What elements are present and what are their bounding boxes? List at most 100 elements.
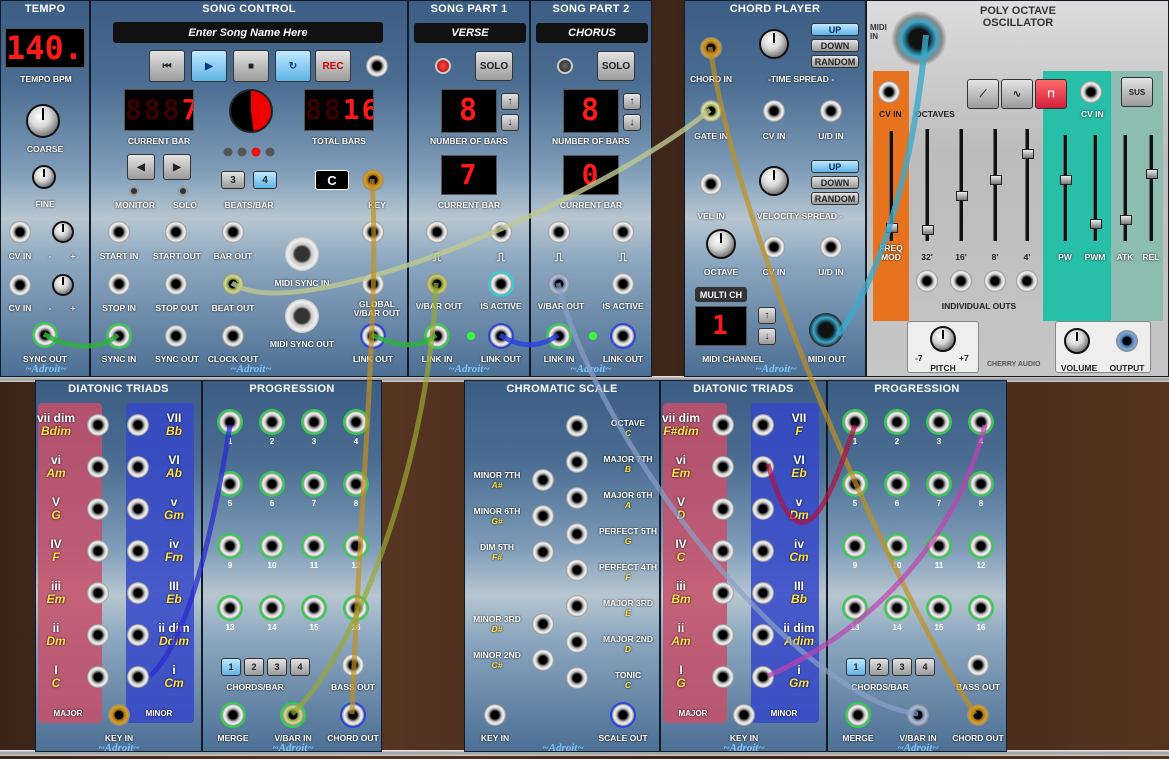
p2-chord-out-jack[interactable]: [967, 704, 989, 726]
global-vbar-out-jack[interactable]: [362, 273, 384, 295]
midi-out-port[interactable]: [809, 313, 843, 347]
octave-8-slider[interactable]: [990, 129, 1002, 241]
vel-cv-in-jack[interactable]: [763, 236, 785, 258]
chords-per-bar-button[interactable]: 1: [221, 658, 241, 676]
out-4-jack[interactable]: [1016, 270, 1038, 292]
p1-merge-jack[interactable]: [222, 704, 244, 726]
chord-in-jack[interactable]: [700, 37, 722, 59]
progression-step-jack[interactable]: [219, 473, 241, 495]
chords-per-bar-button[interactable]: 1: [846, 658, 866, 676]
chromatic-interval-jack[interactable]: [566, 631, 588, 653]
beat-out-jack[interactable]: [222, 273, 244, 295]
midi-sync-in-port[interactable]: [285, 237, 319, 271]
major-chord-jack[interactable]: [712, 624, 734, 646]
progression-step-jack[interactable]: [345, 597, 367, 619]
sync-out-jack[interactable]: [34, 324, 56, 346]
part-1-bars-up[interactable]: ↑: [501, 93, 519, 110]
sus-button[interactable]: SUS: [1121, 77, 1153, 107]
gate-in-jack[interactable]: [700, 100, 722, 122]
stop-button[interactable]: ■: [233, 50, 269, 82]
volume-knob[interactable]: [1064, 328, 1090, 354]
velocity-spread-knob[interactable]: [759, 166, 789, 196]
chromatic-interval-jack[interactable]: [566, 667, 588, 689]
time-down-button[interactable]: DOWN: [811, 39, 859, 52]
next-part-button[interactable]: ▶: [163, 154, 191, 180]
part-2-bars-up[interactable]: ↑: [623, 93, 641, 110]
play-button[interactable]: ▶: [191, 50, 227, 82]
rec-jack[interactable]: [366, 55, 388, 77]
progression-step-jack[interactable]: [261, 473, 283, 495]
progression-step-jack[interactable]: [303, 473, 325, 495]
fine-knob[interactable]: [32, 165, 56, 189]
part-1-jack-b[interactable]: [490, 221, 512, 243]
progression-step-jack[interactable]: [970, 411, 992, 433]
chromatic-interval-jack[interactable]: [566, 559, 588, 581]
progression-step-jack[interactable]: [303, 597, 325, 619]
chromatic-interval-jack[interactable]: [566, 451, 588, 473]
chords-per-bar-button[interactable]: 4: [290, 658, 310, 676]
progression-step-jack[interactable]: [219, 597, 241, 619]
minor-chord-jack[interactable]: [752, 456, 774, 478]
chromatic-interval-jack[interactable]: [532, 469, 554, 491]
output-jack[interactable]: [1116, 330, 1138, 352]
wave-saw-button[interactable]: ⟋: [967, 79, 999, 109]
p2-merge-jack[interactable]: [847, 704, 869, 726]
midi-sync-out-port[interactable]: [285, 299, 319, 333]
major-chord-jack[interactable]: [87, 666, 109, 688]
chromatic-interval-jack[interactable]: [566, 415, 588, 437]
major-chord-jack[interactable]: [712, 414, 734, 436]
minor-chord-jack[interactable]: [752, 414, 774, 436]
minor-chord-jack[interactable]: [127, 540, 149, 562]
part-1-is-active-jack[interactable]: [490, 273, 512, 295]
p2-bass-out-jack[interactable]: [967, 654, 989, 676]
chromatic-interval-jack[interactable]: [532, 649, 554, 671]
minor-chord-jack[interactable]: [752, 582, 774, 604]
sync-in-jack[interactable]: [108, 325, 130, 347]
time-up-button[interactable]: UP: [811, 23, 859, 36]
stop-in-jack[interactable]: [108, 273, 130, 295]
part-2-link-out-jack[interactable]: [612, 325, 634, 347]
major-chord-jack[interactable]: [712, 498, 734, 520]
chromatic-interval-jack[interactable]: [532, 541, 554, 563]
part-1-link-out-jack[interactable]: [490, 325, 512, 347]
minor-chord-jack[interactable]: [752, 666, 774, 688]
chords-per-bar-button[interactable]: 3: [892, 658, 912, 676]
part-1-bars-down[interactable]: ↓: [501, 114, 519, 131]
chromatic-key-in-jack[interactable]: [484, 704, 506, 726]
song-sync-out-jack[interactable]: [165, 325, 187, 347]
octave-16-slider[interactable]: [956, 129, 968, 241]
p1-bass-out-jack[interactable]: [342, 654, 364, 676]
start-out-jack[interactable]: [165, 221, 187, 243]
poly-midi-in-port[interactable]: [891, 11, 947, 67]
global-vbar-jack-top[interactable]: [362, 221, 384, 243]
major-chord-jack[interactable]: [87, 624, 109, 646]
rewind-button[interactable]: ⏮: [149, 50, 185, 82]
p1-chord-out-jack[interactable]: [342, 704, 364, 726]
part-2-vbar-out-jack[interactable]: [548, 273, 570, 295]
rel-slider[interactable]: [1146, 135, 1158, 241]
progression-step-jack[interactable]: [970, 597, 992, 619]
minor-chord-jack[interactable]: [127, 498, 149, 520]
octave-knob[interactable]: [706, 229, 736, 259]
minor-chord-jack[interactable]: [127, 666, 149, 688]
progression-step-jack[interactable]: [345, 535, 367, 557]
beats-4-button[interactable]: 4: [253, 171, 277, 189]
vel-in-jack[interactable]: [700, 173, 722, 195]
major-chord-jack[interactable]: [712, 540, 734, 562]
major-chord-jack[interactable]: [712, 666, 734, 688]
chords-per-bar-button[interactable]: 2: [244, 658, 264, 676]
progression-step-jack[interactable]: [886, 535, 908, 557]
cv-in-jack-2[interactable]: [9, 274, 31, 296]
part-1-vbar-out-jack[interactable]: [426, 273, 448, 295]
start-in-jack[interactable]: [108, 221, 130, 243]
progression-step-jack[interactable]: [844, 535, 866, 557]
chromatic-interval-jack[interactable]: [566, 487, 588, 509]
major-chord-jack[interactable]: [87, 498, 109, 520]
freq-mod-slider[interactable]: [886, 131, 898, 241]
part-2-jack-b[interactable]: [612, 221, 634, 243]
chords-per-bar-button[interactable]: 2: [869, 658, 889, 676]
vel-down-button[interactable]: DOWN: [811, 176, 859, 189]
cv-attenuator-knob-1[interactable]: [52, 221, 74, 243]
minor-chord-jack[interactable]: [752, 498, 774, 520]
vel-up-button[interactable]: UP: [811, 160, 859, 173]
